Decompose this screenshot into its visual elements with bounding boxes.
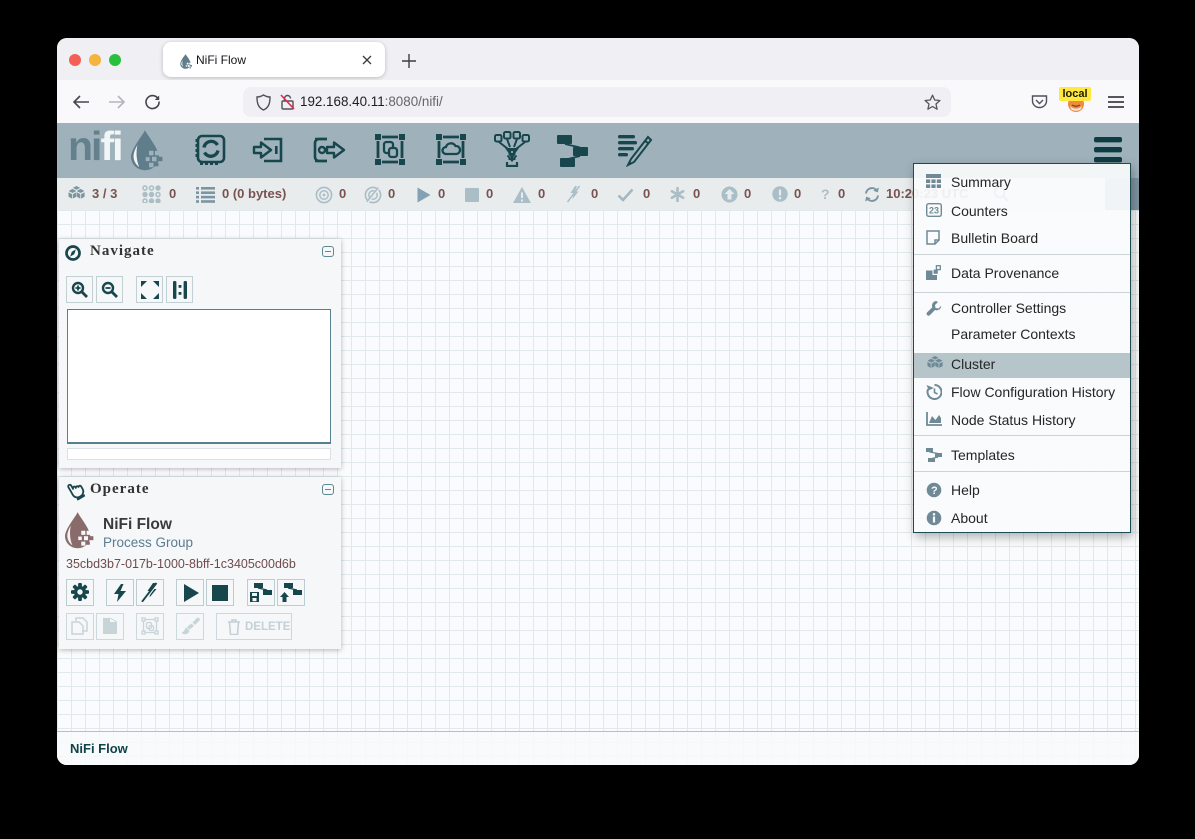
svg-text:?: ?	[931, 485, 938, 497]
svg-text:23: 23	[929, 206, 939, 216]
